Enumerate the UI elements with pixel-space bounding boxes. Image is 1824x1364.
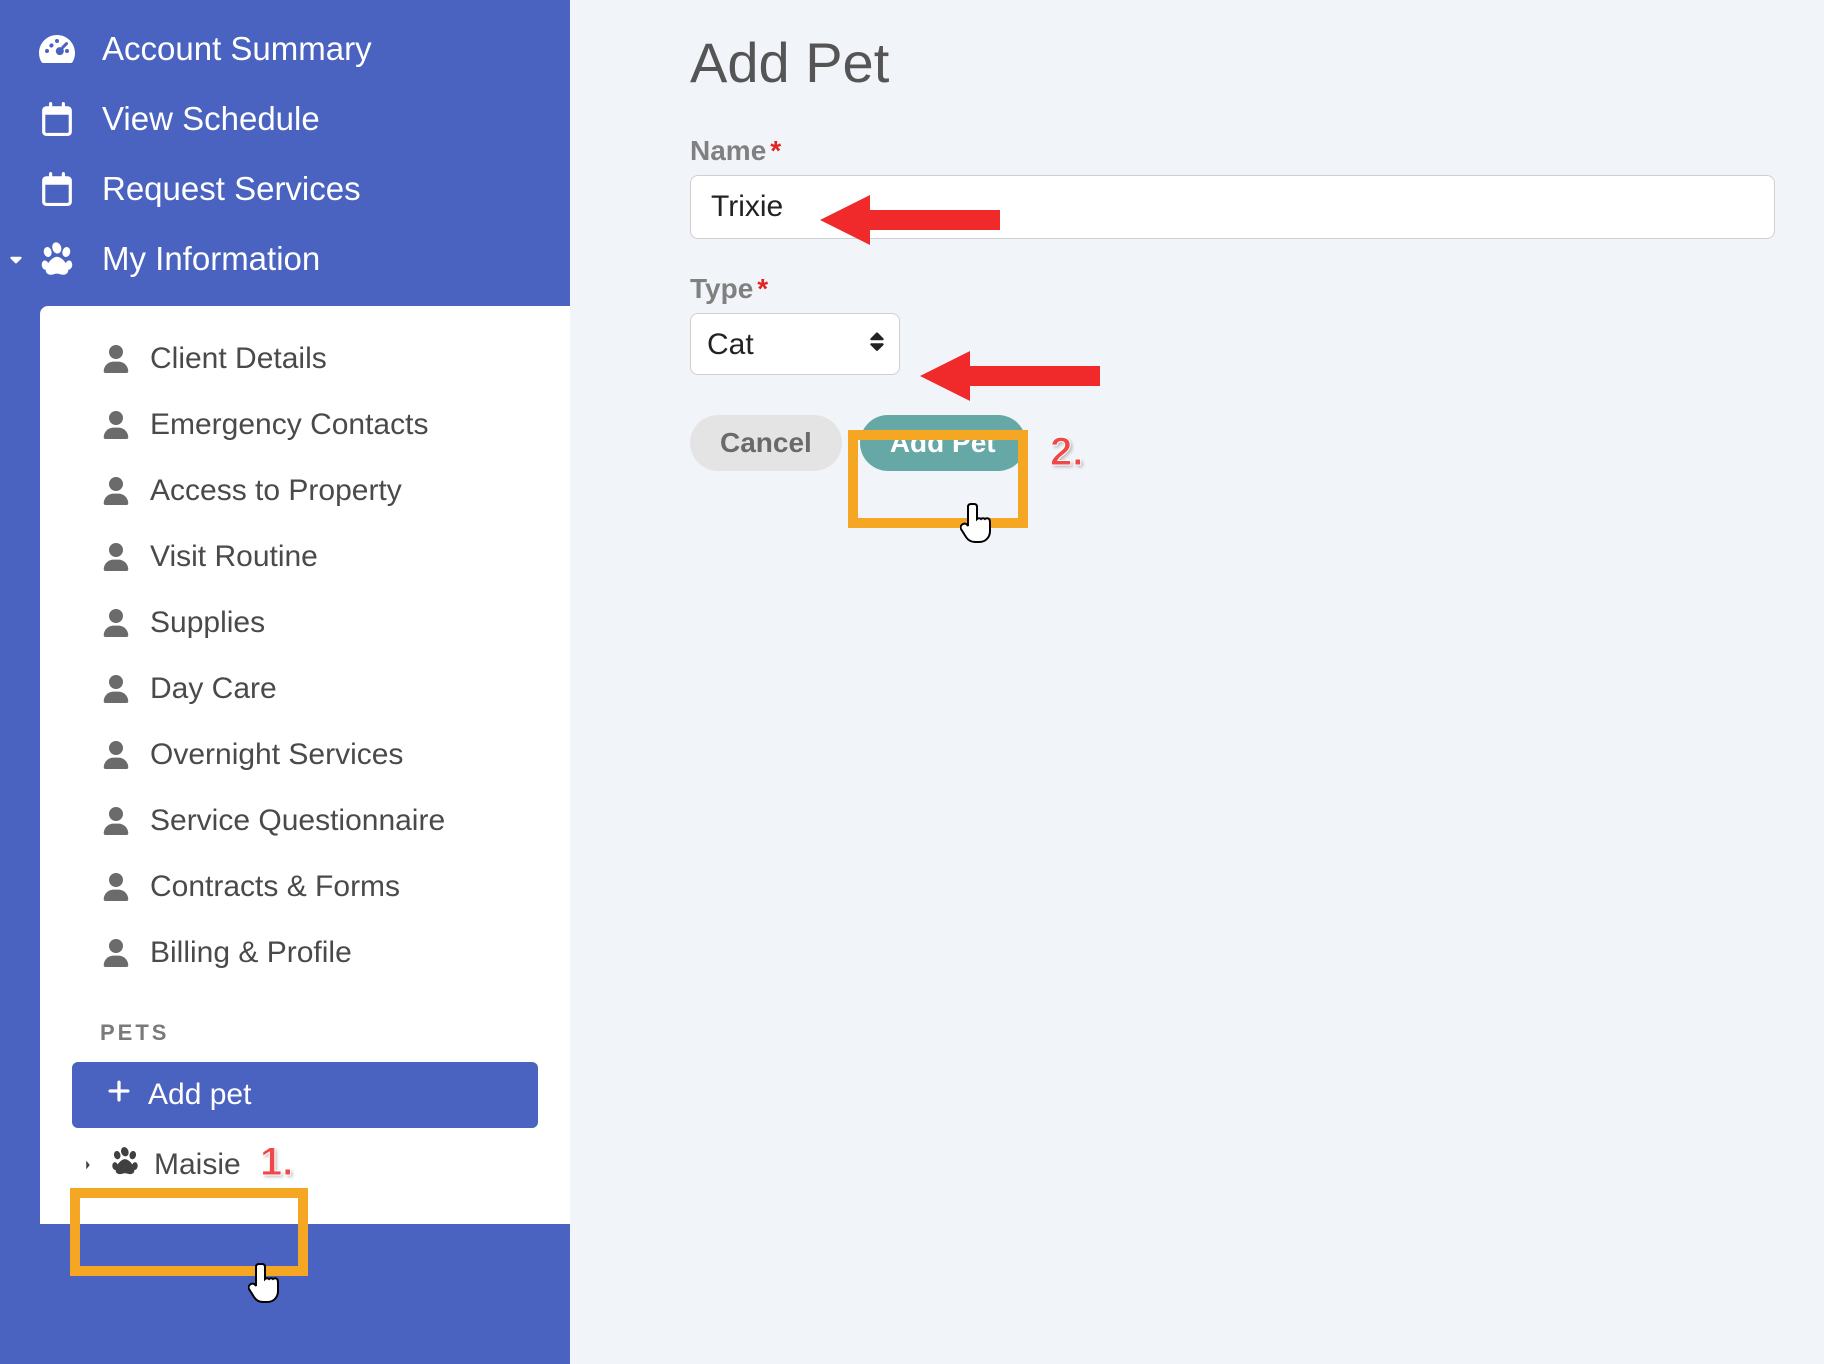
sub-day-care[interactable]: Day Care: [40, 656, 570, 722]
required-asterisk: *: [770, 135, 781, 166]
user-icon: [100, 345, 132, 373]
paw-icon: [38, 241, 76, 277]
user-icon: [100, 807, 132, 835]
nav-my-information[interactable]: My Information: [0, 224, 570, 294]
sidebar: Account Summary View Schedule Request Se…: [0, 0, 570, 1364]
sub-item-label: Day Care: [150, 672, 277, 706]
sub-access-property[interactable]: Access to Property: [40, 458, 570, 524]
sub-item-label: Overnight Services: [150, 738, 403, 772]
sub-item-label: Client Details: [150, 342, 327, 376]
nav-request-services[interactable]: Request Services: [0, 154, 570, 224]
add-pet-button[interactable]: Add pet: [72, 1062, 538, 1128]
sub-item-label: Billing & Profile: [150, 936, 352, 970]
sub-item-label: Emergency Contacts: [150, 408, 428, 442]
user-icon: [100, 741, 132, 769]
caret-down-icon: [6, 250, 26, 268]
gauge-icon: [38, 31, 76, 67]
my-information-subpanel: Client Details Emergency Contacts Access…: [40, 306, 570, 1224]
name-label: Name*: [690, 135, 1775, 167]
sub-service-questionnaire[interactable]: Service Questionnaire: [40, 788, 570, 854]
nav-view-schedule[interactable]: View Schedule: [0, 84, 570, 154]
field-name: Name*: [690, 135, 1775, 239]
sub-item-label: Supplies: [150, 606, 265, 640]
sub-item-label: Access to Property: [150, 474, 402, 508]
form-actions: Cancel Add Pet: [690, 415, 1775, 471]
user-icon: [100, 609, 132, 637]
sub-contracts-forms[interactable]: Contracts & Forms: [40, 854, 570, 920]
sub-billing-profile[interactable]: Billing & Profile: [40, 920, 570, 986]
type-label: Type*: [690, 273, 1775, 305]
main-content: Add Pet Name* Type* Cat Cancel Add Pet: [570, 0, 1824, 1364]
user-icon: [100, 543, 132, 571]
type-select[interactable]: Cat: [690, 313, 900, 375]
nav-account-summary[interactable]: Account Summary: [0, 14, 570, 84]
add-pet-submit-button[interactable]: Add Pet: [860, 415, 1026, 471]
sub-visit-routine[interactable]: Visit Routine: [40, 524, 570, 590]
sub-emergency-contacts[interactable]: Emergency Contacts: [40, 392, 570, 458]
user-icon: [100, 675, 132, 703]
user-icon: [100, 477, 132, 505]
nav-label: Account Summary: [102, 30, 372, 68]
name-label-text: Name: [690, 135, 766, 166]
user-icon: [100, 873, 132, 901]
cancel-button[interactable]: Cancel: [690, 415, 842, 471]
plus-icon: [106, 1078, 132, 1112]
sub-client-details[interactable]: Client Details: [40, 326, 570, 392]
sub-supplies[interactable]: Supplies: [40, 590, 570, 656]
page-title: Add Pet: [690, 30, 1775, 95]
pet-item-maisie[interactable]: Maisie: [40, 1128, 570, 1184]
nav-label: View Schedule: [102, 100, 320, 138]
sub-item-label: Contracts & Forms: [150, 870, 400, 904]
required-asterisk: *: [757, 273, 768, 304]
sub-item-label: Service Questionnaire: [150, 804, 445, 838]
sub-item-label: Visit Routine: [150, 540, 318, 574]
caret-right-icon: [80, 1158, 96, 1172]
name-input[interactable]: [690, 175, 1775, 239]
pets-section-header: PETS: [40, 986, 570, 1054]
pet-name-label: Maisie: [154, 1148, 241, 1182]
nav-label: My Information: [102, 240, 320, 278]
sub-overnight-services[interactable]: Overnight Services: [40, 722, 570, 788]
user-icon: [100, 939, 132, 967]
field-type: Type* Cat: [690, 273, 1775, 375]
calendar-icon: [38, 102, 76, 136]
add-pet-label: Add pet: [148, 1078, 251, 1112]
nav-label: Request Services: [102, 170, 361, 208]
user-icon: [100, 411, 132, 439]
paw-icon: [110, 1146, 140, 1184]
calendar-icon: [38, 172, 76, 206]
type-label-text: Type: [690, 273, 753, 304]
